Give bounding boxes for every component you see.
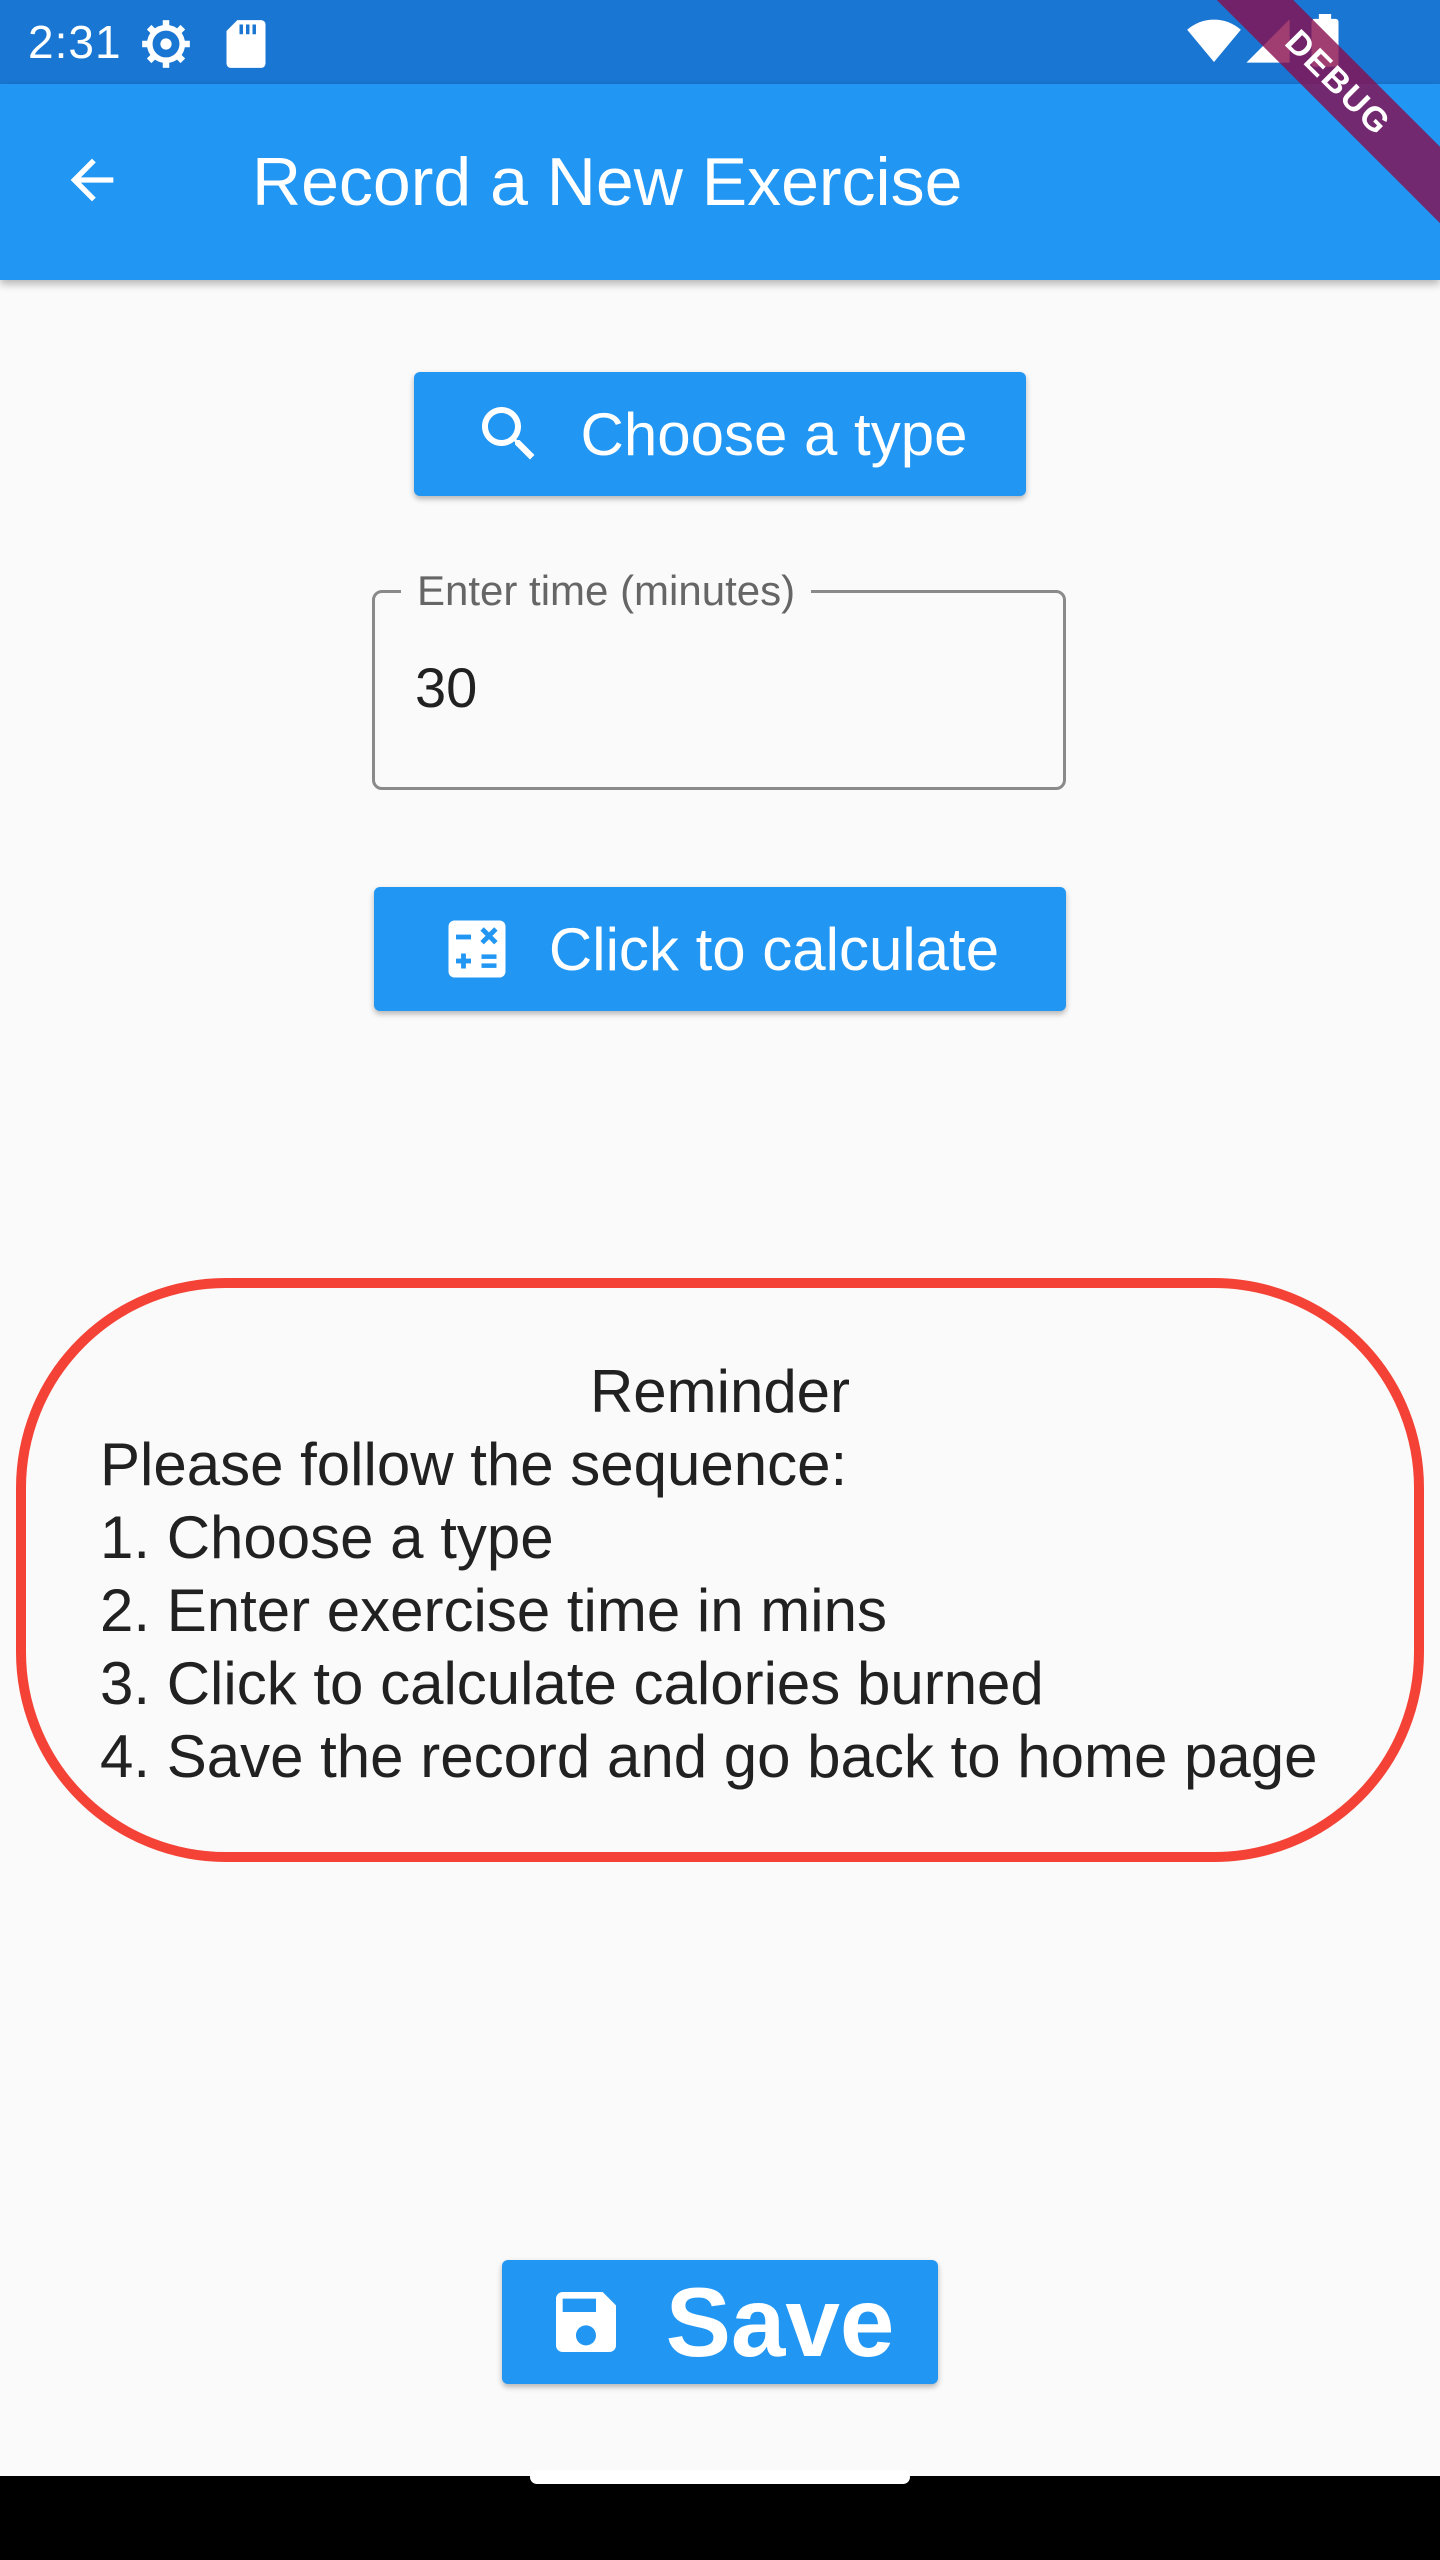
reminder-list: Please follow the sequence: 1. Choose a … <box>100 1428 1318 1793</box>
sd-card-icon <box>224 18 268 75</box>
reminder-line: 3. Click to calculate calories burned <box>100 1650 1044 1717</box>
app-bar: Record a New Exercise <box>0 84 1440 280</box>
reminder-line: 1. Choose a type <box>100 1504 554 1571</box>
time-input-label: Enter time (minutes) <box>401 565 812 617</box>
page-title: Record a New Exercise <box>252 144 963 220</box>
home-indicator[interactable] <box>530 2470 910 2484</box>
choose-type-button[interactable]: Choose a type <box>414 372 1026 496</box>
time-input-value[interactable]: 30 <box>415 655 477 721</box>
reminder-title: Reminder <box>589 1358 851 1425</box>
settings-gear-icon <box>140 18 192 75</box>
back-button[interactable] <box>44 134 140 230</box>
time-input-field[interactable]: Enter time (minutes) 30 <box>372 565 1066 790</box>
choose-type-label: Choose a type <box>580 400 968 468</box>
reminder-line: 2. Enter exercise time in mins <box>100 1577 887 1644</box>
save-label: Save <box>665 2266 895 2377</box>
calculator-icon <box>441 913 513 985</box>
save-button[interactable]: Save <box>502 2260 938 2384</box>
arrow-back-icon <box>60 148 124 217</box>
status-bar: 2:31 <box>0 0 1440 84</box>
calculate-button[interactable]: Click to calculate <box>374 887 1066 1011</box>
save-floppy-icon <box>546 2282 626 2362</box>
search-icon <box>473 398 545 470</box>
status-time: 2:31 <box>28 16 122 68</box>
wifi-icon <box>1186 16 1242 71</box>
navigation-bar <box>0 2476 1440 2560</box>
reminder-box: Reminder Please follow the sequence: 1. … <box>16 1278 1424 1862</box>
reminder-line: Please follow the sequence: <box>100 1431 848 1498</box>
reminder-line: 4. Save the record and go back to home p… <box>100 1723 1318 1790</box>
calculate-label: Click to calculate <box>548 915 1000 983</box>
